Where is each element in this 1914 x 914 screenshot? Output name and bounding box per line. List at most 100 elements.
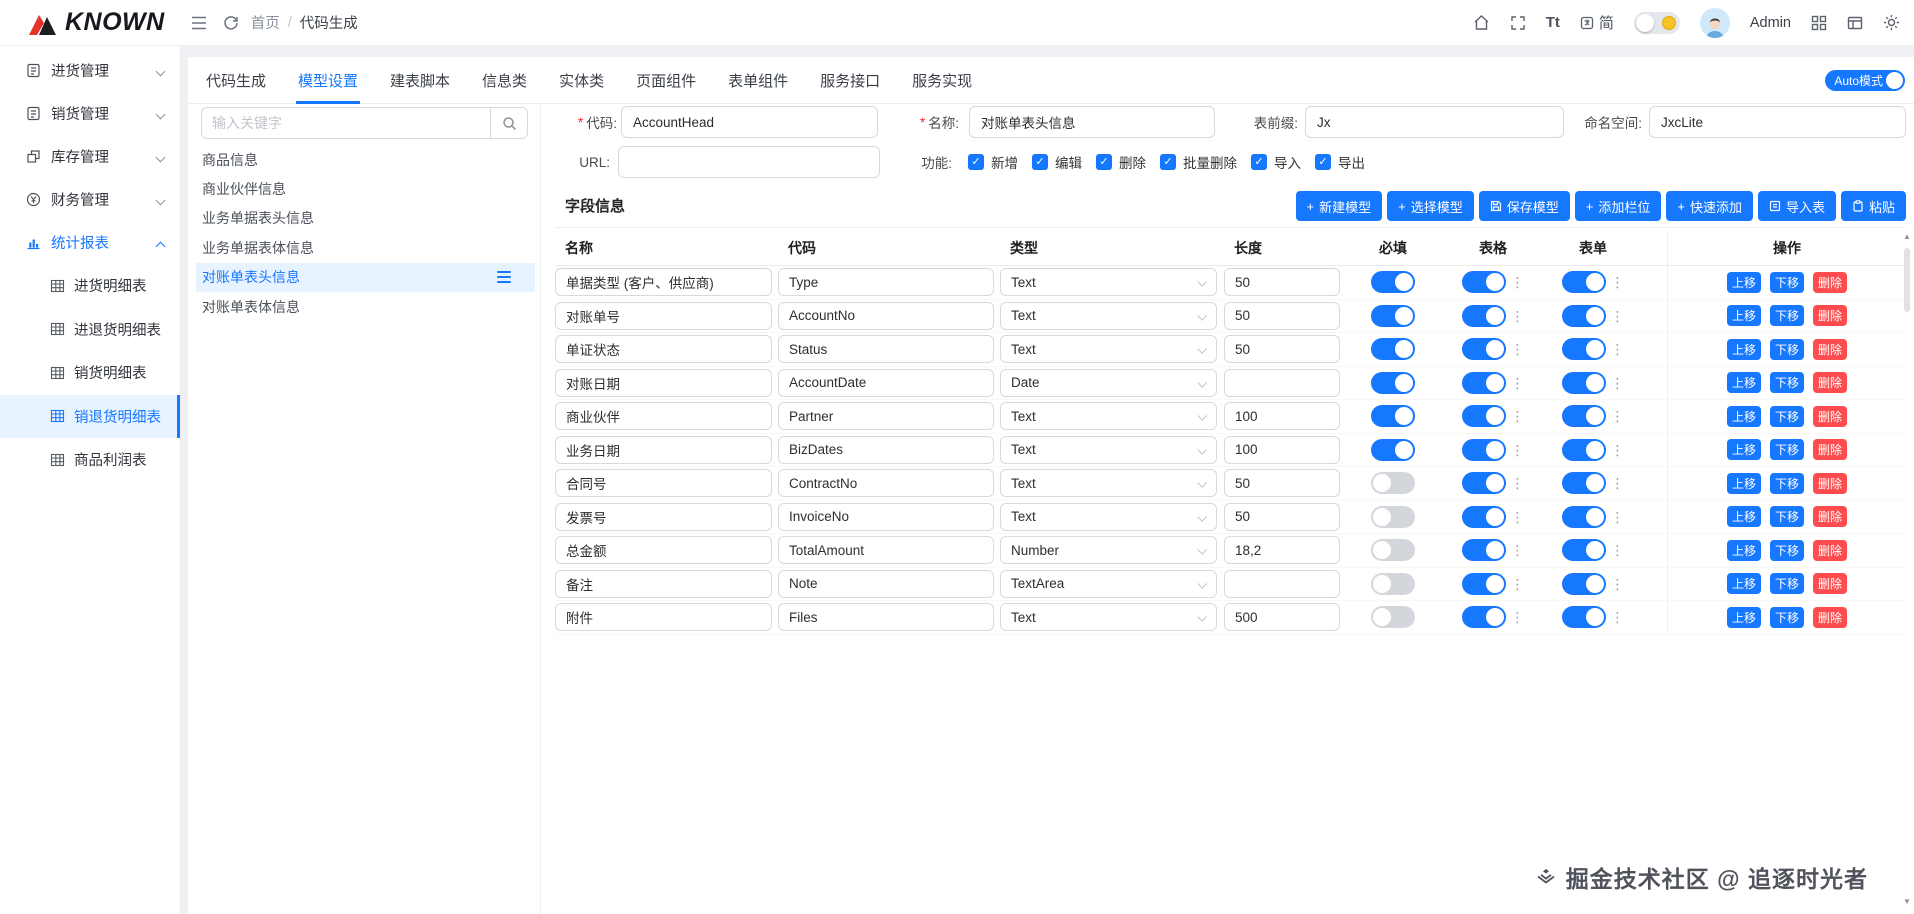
delete-button[interactable]: 删除 bbox=[1813, 338, 1848, 360]
form-toggle[interactable] bbox=[1561, 304, 1606, 327]
required-toggle[interactable] bbox=[1371, 338, 1415, 361]
delete-button[interactable]: 删除 bbox=[1813, 439, 1848, 461]
move-up-button[interactable]: 上移 bbox=[1726, 338, 1761, 360]
required-toggle[interactable] bbox=[1371, 304, 1415, 327]
more-options-icon[interactable]: ⋮ bbox=[1511, 577, 1525, 591]
delete-button[interactable]: 删除 bbox=[1813, 271, 1848, 293]
tab[interactable]: 表单组件 bbox=[726, 57, 790, 104]
more-options-icon[interactable]: ⋮ bbox=[1611, 309, 1625, 323]
required-toggle[interactable] bbox=[1371, 572, 1415, 595]
field-name-input[interactable]: 总金额 bbox=[555, 536, 772, 565]
breadcrumb-home[interactable]: 首页 bbox=[251, 12, 280, 33]
field-length-input[interactable]: 50 bbox=[1224, 335, 1340, 364]
quick-add-button[interactable]: + 快速添加 bbox=[1666, 191, 1753, 221]
move-up-button[interactable]: 上移 bbox=[1726, 372, 1761, 394]
vertical-scrollbar[interactable]: ▲ ▼ bbox=[1901, 232, 1913, 906]
move-up-button[interactable]: 上移 bbox=[1726, 539, 1761, 561]
feature-checkbox[interactable]: 导出 bbox=[1315, 152, 1365, 172]
more-options-icon[interactable]: ⋮ bbox=[1611, 443, 1625, 457]
scroll-up-icon[interactable]: ▲ bbox=[1901, 232, 1913, 241]
app-logo[interactable]: KNOWN bbox=[28, 8, 165, 37]
field-type-select[interactable]: Text bbox=[1000, 335, 1217, 364]
more-options-icon[interactable]: ⋮ bbox=[1511, 476, 1525, 490]
more-options-icon[interactable]: ⋮ bbox=[1511, 443, 1525, 457]
model-list-item[interactable]: 业务单据表体信息 bbox=[196, 233, 535, 262]
drag-handle-icon[interactable] bbox=[497, 270, 511, 283]
field-name-input[interactable]: 附件 bbox=[555, 603, 772, 632]
move-up-button[interactable]: 上移 bbox=[1726, 439, 1761, 461]
form-toggle[interactable] bbox=[1561, 572, 1606, 595]
delete-button[interactable]: 删除 bbox=[1813, 573, 1848, 595]
name-field[interactable]: 对账单表头信息 bbox=[969, 106, 1215, 138]
more-options-icon[interactable]: ⋮ bbox=[1611, 409, 1625, 423]
field-code-input[interactable]: Partner bbox=[778, 402, 994, 431]
url-field[interactable] bbox=[618, 146, 880, 178]
delete-button[interactable]: 删除 bbox=[1813, 405, 1848, 427]
grid-toggle[interactable] bbox=[1461, 539, 1506, 562]
more-options-icon[interactable]: ⋮ bbox=[1611, 376, 1625, 390]
add-field-button[interactable]: + 添加栏位 bbox=[1574, 191, 1662, 221]
save-model-button[interactable]: 保存模型 bbox=[1478, 191, 1570, 221]
language-toggle[interactable]: 简 bbox=[1580, 12, 1614, 33]
required-toggle[interactable] bbox=[1371, 606, 1415, 629]
delete-button[interactable]: 删除 bbox=[1813, 472, 1848, 494]
form-toggle[interactable] bbox=[1561, 505, 1606, 528]
grid-toggle[interactable] bbox=[1461, 338, 1506, 361]
field-length-input[interactable]: 50 bbox=[1224, 268, 1340, 297]
tab[interactable]: 模型设置 bbox=[296, 57, 361, 104]
field-name-input[interactable]: 对账单号 bbox=[555, 301, 772, 330]
tab[interactable]: 服务实现 bbox=[910, 57, 974, 104]
model-list-item[interactable]: 业务单据表头信息 bbox=[196, 204, 535, 233]
delete-button[interactable]: 删除 bbox=[1813, 606, 1848, 628]
refresh-icon[interactable] bbox=[223, 15, 239, 31]
field-length-input[interactable]: 18,2 bbox=[1224, 536, 1340, 565]
field-type-select[interactable]: Text bbox=[1000, 603, 1217, 632]
import-table-button[interactable]: 导入表 bbox=[1757, 191, 1836, 221]
model-list-item[interactable]: 对账单表体信息 bbox=[196, 292, 535, 321]
required-toggle[interactable] bbox=[1371, 371, 1415, 394]
required-toggle[interactable] bbox=[1371, 505, 1415, 528]
required-toggle[interactable] bbox=[1371, 271, 1415, 294]
field-type-select[interactable]: Text bbox=[1000, 301, 1217, 330]
form-toggle[interactable] bbox=[1561, 405, 1606, 428]
field-code-input[interactable]: InvoiceNo bbox=[778, 502, 994, 531]
move-up-button[interactable]: 上移 bbox=[1726, 271, 1761, 293]
tab[interactable]: 实体类 bbox=[557, 57, 606, 104]
field-code-input[interactable]: TotalAmount bbox=[778, 536, 994, 565]
field-name-input[interactable]: 业务日期 bbox=[555, 435, 772, 464]
form-toggle[interactable] bbox=[1561, 606, 1606, 629]
more-options-icon[interactable]: ⋮ bbox=[1611, 510, 1625, 524]
sidebar-subitem[interactable]: 进退货明细表 bbox=[0, 308, 180, 352]
theme-toggle[interactable] bbox=[1633, 11, 1680, 34]
field-code-input[interactable]: BizDates bbox=[778, 435, 994, 464]
move-down-button[interactable]: 下移 bbox=[1769, 372, 1804, 394]
more-options-icon[interactable]: ⋮ bbox=[1511, 342, 1525, 356]
field-type-select[interactable]: Text bbox=[1000, 402, 1217, 431]
layout-icon[interactable] bbox=[1847, 15, 1863, 31]
field-name-input[interactable]: 单据类型 (客户、供应商) bbox=[555, 268, 772, 297]
sidebar-subitem[interactable]: 商品利润表 bbox=[0, 438, 180, 482]
apps-grid-icon[interactable] bbox=[1811, 15, 1827, 31]
more-options-icon[interactable]: ⋮ bbox=[1511, 510, 1525, 524]
more-options-icon[interactable]: ⋮ bbox=[1611, 610, 1625, 624]
form-toggle[interactable] bbox=[1561, 271, 1606, 294]
field-code-input[interactable]: AccountNo bbox=[778, 301, 994, 330]
more-options-icon[interactable]: ⋮ bbox=[1511, 376, 1525, 390]
field-name-input[interactable]: 对账日期 bbox=[555, 368, 772, 397]
select-model-button[interactable]: + 选择模型 bbox=[1387, 191, 1474, 221]
sidebar-item-statistics-reports[interactable]: 统计报表 bbox=[0, 221, 180, 264]
feature-checkbox[interactable]: 新增 bbox=[968, 152, 1018, 172]
feature-checkbox[interactable]: 编辑 bbox=[1032, 152, 1082, 172]
field-name-input[interactable]: 合同号 bbox=[555, 469, 772, 498]
grid-toggle[interactable] bbox=[1461, 438, 1506, 461]
field-length-input[interactable]: 500 bbox=[1224, 603, 1340, 632]
model-list-item[interactable]: 对账单表头信息 bbox=[196, 262, 535, 292]
search-button[interactable] bbox=[490, 107, 528, 139]
grid-toggle[interactable] bbox=[1461, 572, 1506, 595]
more-options-icon[interactable]: ⋮ bbox=[1511, 543, 1525, 557]
field-code-input[interactable]: Note bbox=[778, 569, 994, 598]
form-toggle[interactable] bbox=[1561, 371, 1606, 394]
field-length-input[interactable]: 50 bbox=[1224, 301, 1340, 330]
move-up-button[interactable]: 上移 bbox=[1726, 606, 1761, 628]
sidebar-item-finance-mgmt[interactable]: 财务管理 bbox=[0, 178, 180, 221]
